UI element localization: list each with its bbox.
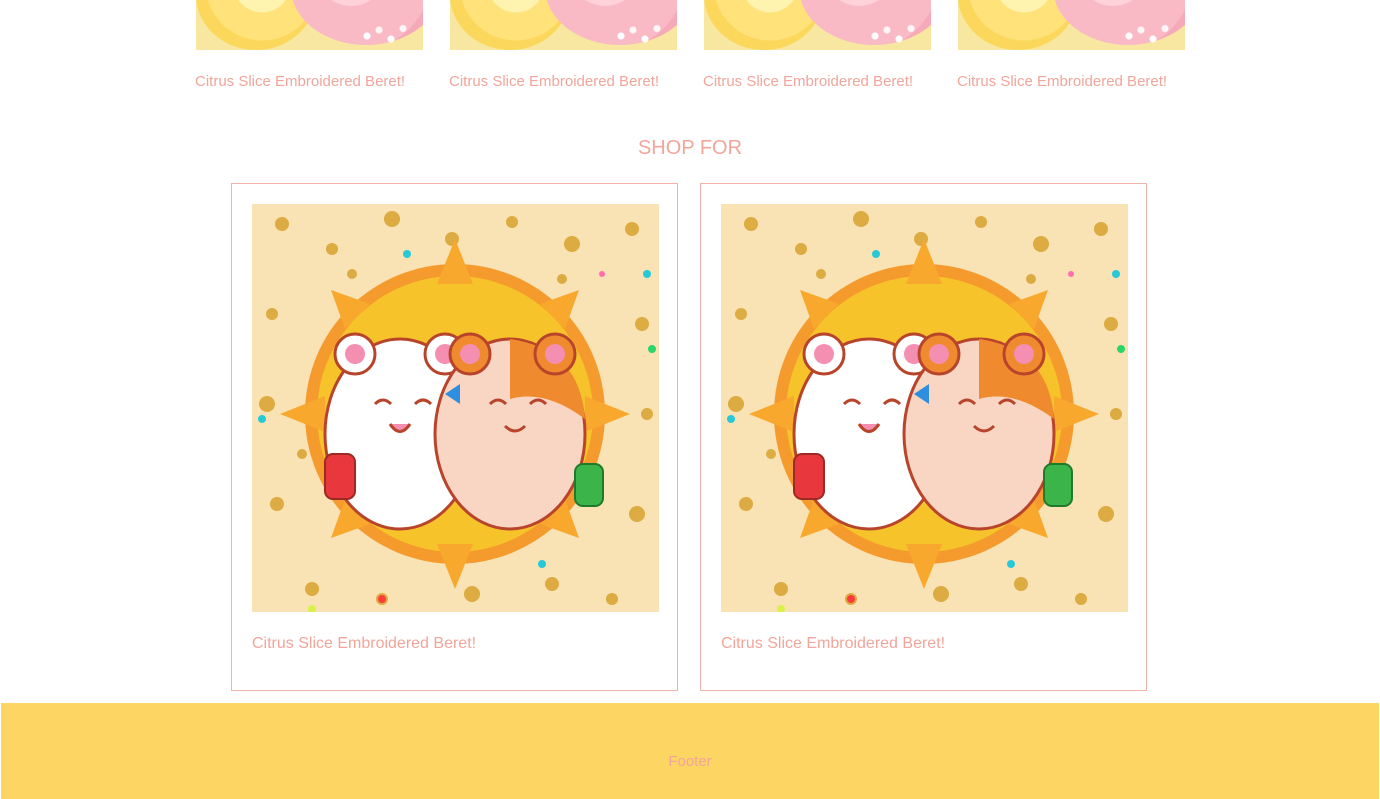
top-product-title-link[interactable]: Citrus Slice Embroidered Beret! xyxy=(195,73,455,90)
top-product-row: Citrus Slice Embroidered Beret! Citrus S… xyxy=(0,0,1380,110)
shop-for-heading: SHOP FOR xyxy=(637,137,743,159)
shop-for-card[interactable]: Citrus Slice Embroidered Beret! xyxy=(231,183,678,691)
beret-product-image[interactable] xyxy=(196,0,423,50)
footer-label: Footer xyxy=(668,753,712,770)
footer: Footer xyxy=(1,703,1379,799)
hamster-patch-image[interactable] xyxy=(252,204,659,612)
top-product-title-link[interactable]: Citrus Slice Embroidered Beret! xyxy=(449,73,709,90)
beret-product-image[interactable] xyxy=(704,0,931,50)
hamster-patch-image[interactable] xyxy=(721,204,1128,612)
top-product-title-link[interactable]: Citrus Slice Embroidered Beret! xyxy=(957,73,1217,90)
shop-for-card[interactable]: Citrus Slice Embroidered Beret! xyxy=(700,183,1147,691)
top-product-title-link[interactable]: Citrus Slice Embroidered Beret! xyxy=(703,73,963,90)
shop-for-card-title[interactable]: Citrus Slice Embroidered Beret! xyxy=(252,635,476,653)
beret-product-image[interactable] xyxy=(958,0,1185,50)
beret-product-image[interactable] xyxy=(450,0,677,50)
shop-for-card-title[interactable]: Citrus Slice Embroidered Beret! xyxy=(721,635,945,653)
